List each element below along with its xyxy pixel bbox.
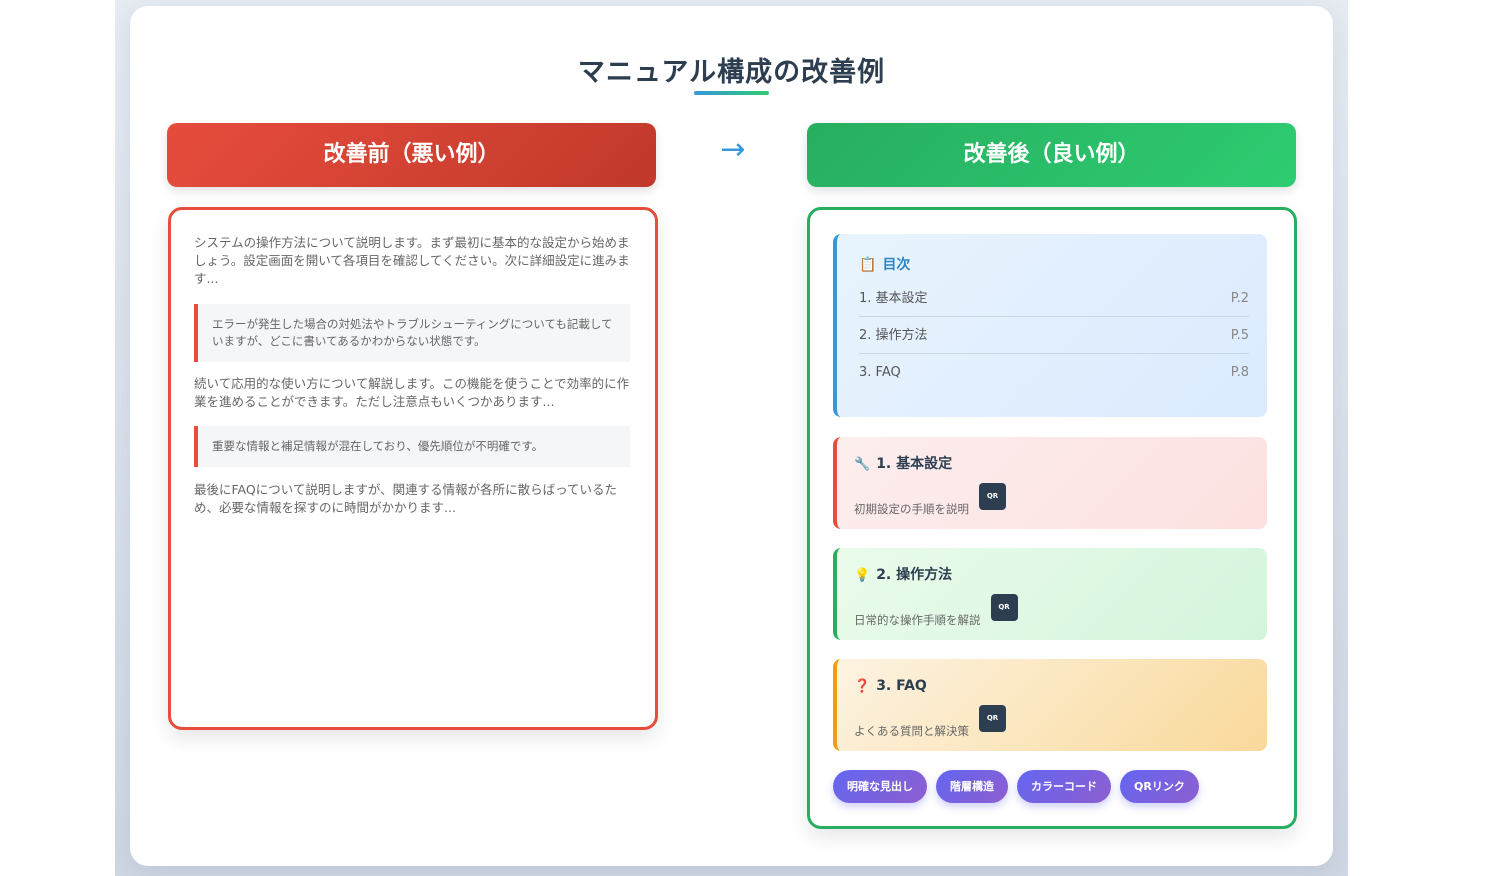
toc-item-label: 2. 操作方法: [859, 328, 928, 343]
section-description: 日常的な操作手順を解説: [854, 613, 981, 627]
qr-code-icon[interactable]: QR: [990, 594, 1018, 621]
toc-item-page: P.5: [1230, 328, 1249, 343]
tag-clear-headings: 明確な見出し: [833, 770, 927, 803]
feature-tags: 明確な見出し 階層構造 カラーコード QRリンク: [833, 770, 1199, 803]
arrow-right-icon: →: [720, 132, 746, 167]
title-underline: [694, 91, 769, 95]
lightbulb-icon: 💡: [854, 568, 871, 583]
section-title: 2. 操作方法: [876, 567, 953, 583]
before-header: 改善前（悪い例）: [167, 123, 656, 187]
toc-item-label: 3. FAQ: [859, 365, 901, 380]
toc-item[interactable]: 2. 操作方法 P.5: [859, 317, 1249, 354]
after-panel: 📋 目次 1. 基本設定 P.2 2. 操作方法 P.5 3. FAQ P.8 🔧…: [807, 207, 1297, 829]
section-faq: ❓ 3. FAQ よくある質問と解決策 QR: [833, 659, 1267, 751]
before-note-1: エラーが発生した場合の対処法やトラブルシューティングについても記載していますが、…: [194, 304, 630, 362]
toc-item-page: P.2: [1230, 291, 1249, 306]
section-operation: 💡 2. 操作方法 日常的な操作手順を解説 QR: [833, 548, 1267, 640]
qr-code-icon[interactable]: QR: [979, 705, 1006, 732]
before-paragraph-1: システムの操作方法について説明します。まず最初に基本的な設定から始めましょう。設…: [194, 235, 630, 286]
wrench-icon: 🔧: [854, 457, 871, 472]
toc-heading: 📋 目次: [859, 250, 1249, 280]
section-description: 初期設定の手順を説明: [854, 502, 969, 516]
question-mark-icon: ❓: [854, 679, 871, 694]
before-note-2: 重要な情報と補足情報が混在しており、優先順位が不明確です。: [194, 426, 630, 467]
section-title: 3. FAQ: [876, 678, 927, 694]
toc-item[interactable]: 3. FAQ P.8: [859, 354, 1249, 390]
toc-item-page: P.8: [1230, 365, 1249, 380]
before-paragraph-2: 続いて応用的な使い方について解説します。この機能を使うことで効率的に作業を進める…: [194, 376, 630, 409]
tag-qr-link: QRリンク: [1120, 770, 1199, 803]
before-paragraph-3: 最後にFAQについて説明しますが、関連する情報が各所に散らばっているため、必要な…: [194, 482, 617, 515]
toc-item[interactable]: 1. 基本設定 P.2: [859, 280, 1249, 317]
before-panel: システムの操作方法について説明します。まず最初に基本的な設定から始めましょう。設…: [168, 207, 658, 730]
tag-hierarchy: 階層構造: [936, 770, 1008, 803]
main-card: マニュアル構成の改善例 改善前（悪い例） → 改善後（良い例） システムの操作方…: [130, 6, 1333, 866]
after-header: 改善後（良い例）: [807, 123, 1296, 187]
section-description: よくある質問と解決策: [854, 724, 969, 738]
clipboard-icon: 📋: [859, 257, 877, 273]
section-title: 1. 基本設定: [876, 456, 953, 472]
toc-item-label: 1. 基本設定: [859, 291, 928, 306]
toc-title: 目次: [882, 257, 911, 273]
table-of-contents: 📋 目次 1. 基本設定 P.2 2. 操作方法 P.5 3. FAQ P.8: [833, 234, 1267, 417]
tag-color-code: カラーコード: [1017, 770, 1111, 803]
qr-code-icon[interactable]: QR: [979, 483, 1006, 510]
section-basic-settings: 🔧 1. 基本設定 初期設定の手順を説明 QR: [833, 437, 1267, 529]
page-title: マニュアル構成の改善例: [577, 57, 886, 88]
